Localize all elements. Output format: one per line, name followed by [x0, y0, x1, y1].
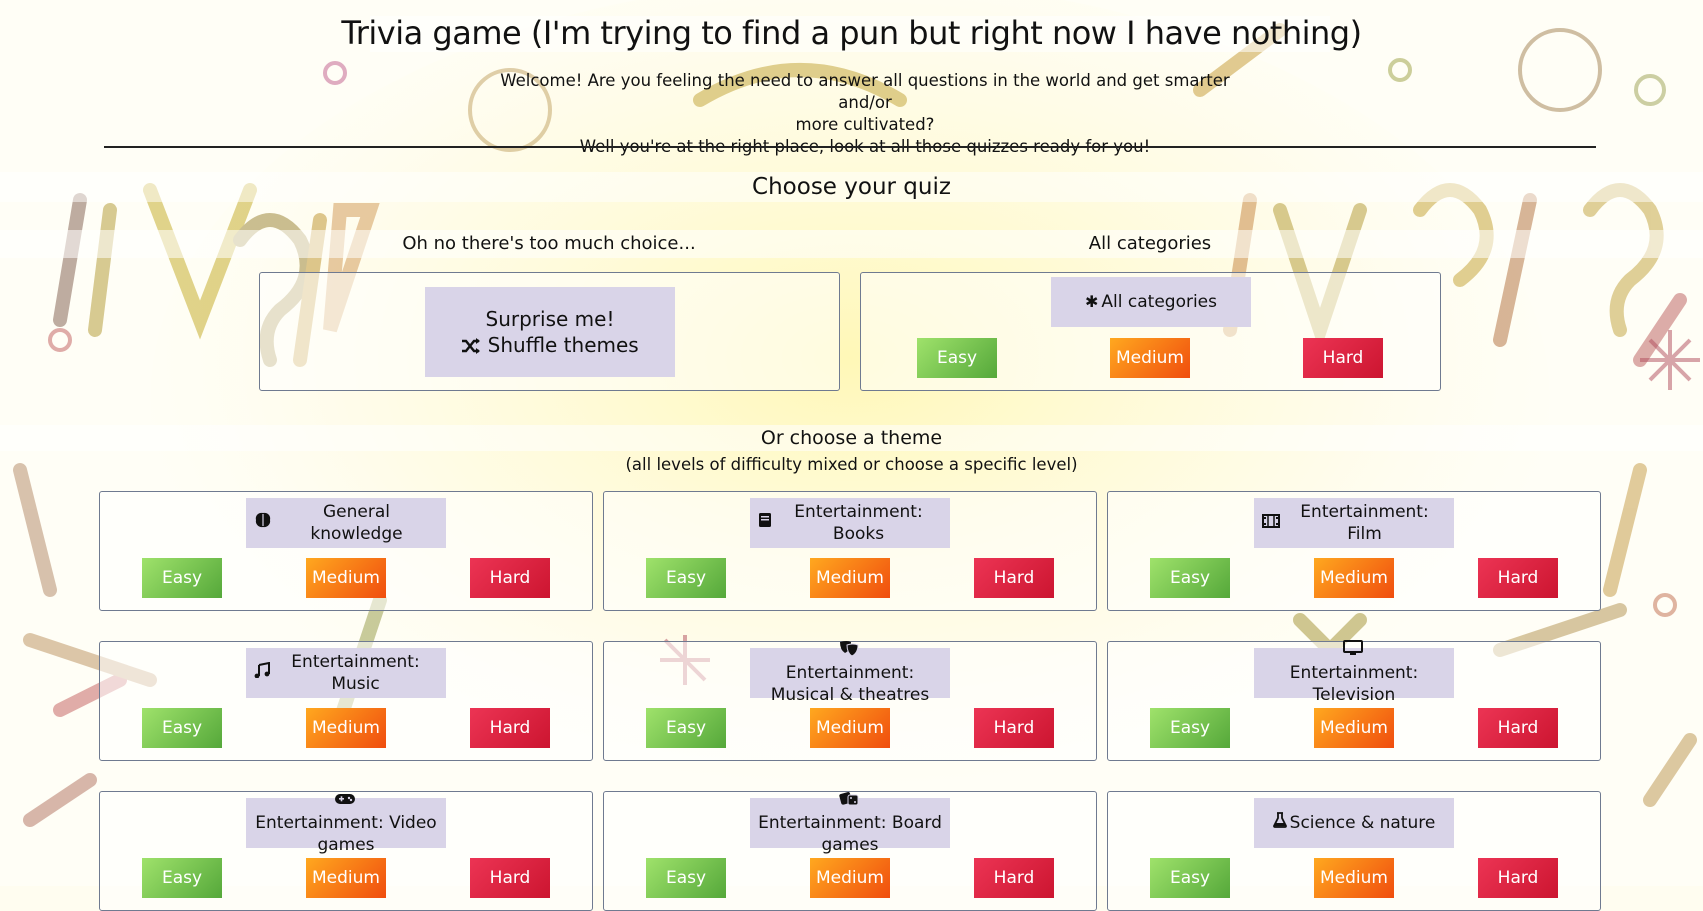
dice-icon: [838, 790, 859, 812]
hard-button[interactable]: Hard: [1478, 708, 1558, 748]
theme-card-television: Entertainment: Television Easy Medium Ha…: [1107, 640, 1601, 761]
hard-button[interactable]: Hard: [470, 708, 550, 748]
surprise-label: Surprise me!: [485, 307, 615, 331]
all-easy-button[interactable]: Easy: [917, 338, 997, 378]
theme-button-board-games[interactable]: Entertainment: Board games: [750, 792, 950, 855]
easy-button[interactable]: Easy: [1150, 858, 1230, 898]
surprise-me-button[interactable]: Surprise me! Shuffle themes: [425, 287, 675, 377]
easy-button[interactable]: Easy: [142, 858, 222, 898]
shuffle-label: Shuffle themes: [487, 333, 639, 357]
theme-card-film: Entertainment: Film Easy Medium Hard: [1107, 491, 1601, 611]
asterisk-icon: ✱: [1085, 292, 1099, 311]
theme-button-film[interactable]: Entertainment: Film: [1254, 498, 1454, 548]
theme-button-television[interactable]: Entertainment: Television: [1254, 640, 1454, 705]
subsection-band: [0, 230, 1703, 258]
theme-card-science-nature: Science & nature Easy Medium Hard: [1107, 791, 1601, 911]
medium-button[interactable]: Medium: [810, 708, 890, 748]
film-icon: [1262, 512, 1280, 534]
theme-label: Entertainment: Television: [1289, 663, 1419, 705]
medium-button[interactable]: Medium: [810, 858, 890, 898]
theme-label: Entertainment: Film: [1300, 502, 1429, 544]
all-categories-heading: All categories: [1088, 233, 1212, 254]
random-heading: Oh no there's too much choice...: [402, 233, 696, 254]
theme-button-books[interactable]: Entertainment: Books: [750, 498, 950, 548]
theme-button-science-nature[interactable]: Science & nature: [1254, 798, 1454, 848]
welcome-text: Welcome! Are you feeling the need to ans…: [480, 70, 1250, 158]
all-medium-button[interactable]: Medium: [1110, 338, 1190, 378]
theme-button-general-knowledge[interactable]: General knowledge: [246, 498, 446, 548]
easy-button[interactable]: Easy: [646, 858, 726, 898]
all-categories-label: All categories: [1101, 292, 1217, 312]
theme-card-video-games: Entertainment: Video games Easy Medium H…: [99, 791, 593, 911]
theme-card-music: Entertainment: Music Easy Medium Hard: [99, 641, 593, 761]
hard-button[interactable]: Hard: [974, 708, 1054, 748]
theme-label: Entertainment: Books: [794, 502, 923, 544]
theme-label: General knowledge: [310, 502, 403, 544]
divider: [104, 146, 1596, 148]
theme-button-musical-theatres[interactable]: Entertainment: Musical & theatres: [750, 641, 950, 705]
theme-card-general-knowledge: General knowledge Easy Medium Hard: [99, 491, 593, 611]
easy-button[interactable]: Easy: [1150, 708, 1230, 748]
welcome-line: more cultivated?: [795, 115, 935, 134]
easy-button[interactable]: Easy: [142, 708, 222, 748]
theme-card-musical-theatres: Entertainment: Musical & theatres Easy M…: [603, 641, 1097, 761]
medium-button[interactable]: Medium: [306, 708, 386, 748]
theme-label: Science & nature: [1289, 813, 1436, 833]
medium-button[interactable]: Medium: [306, 558, 386, 598]
easy-button[interactable]: Easy: [646, 558, 726, 598]
shuffle-icon: [461, 333, 487, 357]
tv-icon: [1342, 640, 1363, 662]
hard-button[interactable]: Hard: [470, 858, 550, 898]
surprise-card: Surprise me! Shuffle themes: [259, 272, 840, 391]
easy-button[interactable]: Easy: [646, 708, 726, 748]
shuffle-line: Shuffle themes: [461, 332, 639, 358]
page-title: Trivia game (I'm trying to find a pun bu…: [341, 14, 1362, 52]
all-categories-card: ✱ All categories Easy Medium Hard: [860, 272, 1441, 391]
gamepad-icon: [334, 790, 356, 812]
theme-card-books: Entertainment: Books Easy Medium Hard: [603, 491, 1097, 611]
theater-masks-icon: [839, 640, 859, 662]
easy-button[interactable]: Easy: [1150, 558, 1230, 598]
book-icon: [758, 512, 772, 534]
medium-button[interactable]: Medium: [306, 858, 386, 898]
all-categories-button[interactable]: ✱ All categories: [1051, 277, 1251, 327]
theme-label: Entertainment: Music: [291, 652, 420, 694]
theme-label: Entertainment: Board games: [758, 813, 942, 855]
theme-label: Entertainment: Musical & theatres: [770, 663, 930, 705]
page: Trivia game (I'm trying to find a pun bu…: [0, 0, 1703, 911]
hard-button[interactable]: Hard: [1478, 858, 1558, 898]
medium-button[interactable]: Medium: [1314, 708, 1394, 748]
easy-button[interactable]: Easy: [142, 558, 222, 598]
brain-icon: [254, 512, 272, 534]
music-note-icon: [254, 661, 270, 684]
all-hard-button[interactable]: Hard: [1303, 338, 1383, 378]
hard-button[interactable]: Hard: [1478, 558, 1558, 598]
welcome-line: Welcome! Are you feeling the need to ans…: [500, 71, 1230, 112]
choose-quiz-heading: Choose your quiz: [752, 174, 951, 200]
hard-button[interactable]: Hard: [974, 558, 1054, 598]
theme-button-video-games[interactable]: Entertainment: Video games: [246, 794, 446, 855]
medium-button[interactable]: Medium: [1314, 558, 1394, 598]
theme-button-music[interactable]: Entertainment: Music: [246, 648, 446, 698]
medium-button[interactable]: Medium: [1314, 858, 1394, 898]
medium-button[interactable]: Medium: [810, 558, 890, 598]
themes-heading: Or choose a theme: [760, 427, 943, 449]
flask-icon: [1272, 812, 1287, 834]
theme-card-board-games: Entertainment: Board games Easy Medium H…: [603, 791, 1097, 911]
hard-button[interactable]: Hard: [974, 858, 1054, 898]
theme-label: Entertainment: Video games: [255, 813, 437, 855]
themes-note: (all levels of difficulty mixed or choos…: [625, 455, 1078, 474]
hard-button[interactable]: Hard: [470, 558, 550, 598]
